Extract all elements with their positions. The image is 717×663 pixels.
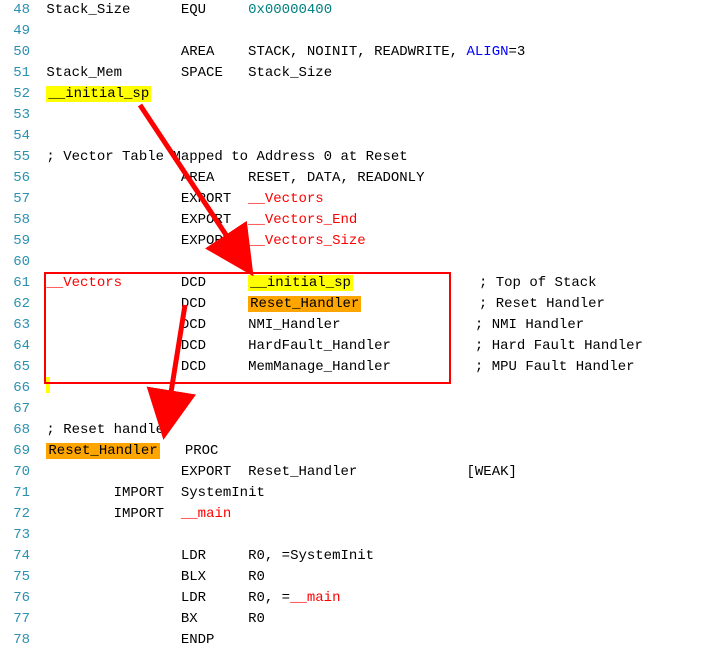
highlight-reset-handler: Reset_Handler	[46, 443, 159, 459]
line-number: 60	[0, 252, 38, 273]
code-content: DCD HardFault_Handler ; Hard Fault Handl…	[38, 336, 717, 357]
code-line: 52 __initial_sp	[0, 84, 717, 105]
line-number: 65	[0, 357, 38, 378]
code-line: 69 Reset_Handler PROC	[0, 441, 717, 462]
code-line: 72 IMPORT __main	[0, 504, 717, 525]
line-number: 70	[0, 462, 38, 483]
code-line: 61 __Vectors DCD __initial_sp ; Top of S…	[0, 273, 717, 294]
line-number: 63	[0, 315, 38, 336]
code-content: EXPORT __Vectors	[38, 189, 717, 210]
code-content: IMPORT SystemInit	[38, 483, 717, 504]
code-line: 71 IMPORT SystemInit	[0, 483, 717, 504]
code-content: EXPORT Reset_Handler [WEAK]	[38, 462, 717, 483]
code-content: ; Vector Table Mapped to Address 0 at Re…	[38, 147, 717, 168]
line-number: 73	[0, 525, 38, 546]
line-number: 62	[0, 294, 38, 315]
code-line: 77 BX R0	[0, 609, 717, 630]
line-number: 66	[0, 378, 38, 399]
line-number: 71	[0, 483, 38, 504]
line-number: 51	[0, 63, 38, 84]
code-content: DCD MemManage_Handler ; MPU Fault Handle…	[38, 357, 717, 378]
line-number: 52	[0, 84, 38, 105]
code-content: LDR R0, =SystemInit	[38, 546, 717, 567]
code-content: LDR R0, =__main	[38, 588, 717, 609]
highlight-initial-sp: __initial_sp	[248, 275, 353, 291]
code-line: 74 LDR R0, =SystemInit	[0, 546, 717, 567]
code-line: 58 EXPORT __Vectors_End	[0, 210, 717, 231]
code-line: 66	[0, 378, 717, 399]
code-content: Stack_Mem SPACE Stack_Size	[38, 63, 717, 84]
code-line: 48 Stack_Size EQU 0x00000400	[0, 0, 717, 21]
highlight-reset-handler: Reset_Handler	[248, 296, 361, 312]
code-content: __initial_sp	[38, 84, 717, 105]
line-number: 50	[0, 42, 38, 63]
code-line: 78 ENDP	[0, 630, 717, 651]
line-number: 76	[0, 588, 38, 609]
code-line: 67	[0, 399, 717, 420]
code-content: EXPORT __Vectors_Size	[38, 231, 717, 252]
line-number: 58	[0, 210, 38, 231]
code-content: AREA RESET, DATA, READONLY	[38, 168, 717, 189]
code-content: ENDP	[38, 630, 717, 651]
line-number: 74	[0, 546, 38, 567]
code-content: DCD Reset_Handler ; Reset Handler	[38, 294, 717, 315]
line-number: 68	[0, 420, 38, 441]
line-number: 75	[0, 567, 38, 588]
line-number: 56	[0, 168, 38, 189]
line-number: 64	[0, 336, 38, 357]
code-line: 50 AREA STACK, NOINIT, READWRITE, ALIGN=…	[0, 42, 717, 63]
code-content: IMPORT __main	[38, 504, 717, 525]
line-number: 48	[0, 0, 38, 21]
code-content: EXPORT __Vectors_End	[38, 210, 717, 231]
code-line: 65 DCD MemManage_Handler ; MPU Fault Han…	[0, 357, 717, 378]
code-line: 64 DCD HardFault_Handler ; Hard Fault Ha…	[0, 336, 717, 357]
code-line: 75 BLX R0	[0, 567, 717, 588]
line-number: 54	[0, 126, 38, 147]
line-number: 61	[0, 273, 38, 294]
line-number: 69	[0, 441, 38, 462]
code-line: 60	[0, 252, 717, 273]
code-content: BX R0	[38, 609, 717, 630]
line-number: 55	[0, 147, 38, 168]
line-number: 72	[0, 504, 38, 525]
line-number: 77	[0, 609, 38, 630]
code-content: __Vectors DCD __initial_sp ; Top of Stac…	[38, 273, 717, 294]
line-number: 59	[0, 231, 38, 252]
code-line: 57 EXPORT __Vectors	[0, 189, 717, 210]
line-number: 53	[0, 105, 38, 126]
code-line: 70 EXPORT Reset_Handler [WEAK]	[0, 462, 717, 483]
code-block: 48 Stack_Size EQU 0x00000400 49 50 AREA …	[0, 0, 717, 651]
line-number: 67	[0, 399, 38, 420]
code-line: 55 ; Vector Table Mapped to Address 0 at…	[0, 147, 717, 168]
line-number: 57	[0, 189, 38, 210]
highlight-initial-sp: __initial_sp	[46, 86, 151, 102]
code-content: ; Reset handler	[38, 420, 717, 441]
code-line: 73	[0, 525, 717, 546]
highlight-marker	[46, 377, 50, 393]
line-number: 78	[0, 630, 38, 651]
code-content: BLX R0	[38, 567, 717, 588]
code-content: AREA STACK, NOINIT, READWRITE, ALIGN=3	[38, 42, 717, 63]
code-line: 49	[0, 21, 717, 42]
code-line: 53	[0, 105, 717, 126]
code-content: Reset_Handler PROC	[38, 441, 717, 462]
code-content: Stack_Size EQU 0x00000400	[38, 0, 717, 21]
code-content: DCD NMI_Handler ; NMI Handler	[38, 315, 717, 336]
code-line: 59 EXPORT __Vectors_Size	[0, 231, 717, 252]
code-line: 54	[0, 126, 717, 147]
code-line: 56 AREA RESET, DATA, READONLY	[0, 168, 717, 189]
code-line: 62 DCD Reset_Handler ; Reset Handler	[0, 294, 717, 315]
code-line: 76 LDR R0, =__main	[0, 588, 717, 609]
code-line: 63 DCD NMI_Handler ; NMI Handler	[0, 315, 717, 336]
line-number: 49	[0, 21, 38, 42]
code-line: 51 Stack_Mem SPACE Stack_Size	[0, 63, 717, 84]
code-line: 68 ; Reset handler	[0, 420, 717, 441]
